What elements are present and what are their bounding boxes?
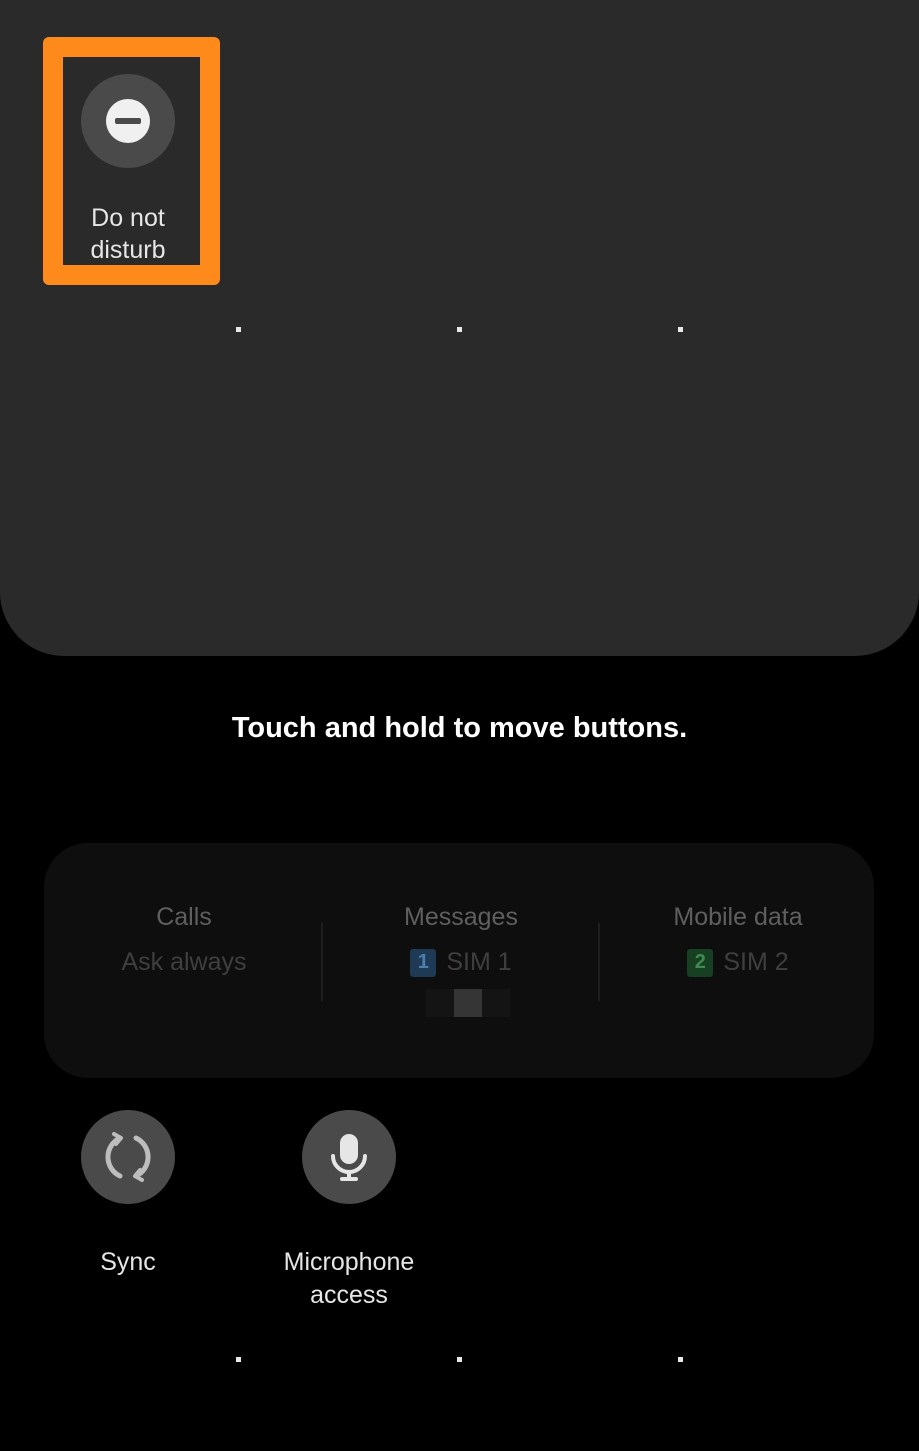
page-indicator-dot	[236, 1357, 241, 1362]
page-indicator-dot	[678, 1357, 683, 1362]
tile-label: Sync	[100, 1248, 156, 1276]
mobile-data-sim-setting: Mobile data 2 SIM 2	[600, 903, 876, 977]
redacted-block	[454, 989, 482, 1017]
redacted-block	[482, 989, 510, 1017]
move-buttons-hint: Touch and hold to move buttons.	[231, 712, 688, 744]
calls-value-text: Ask always	[121, 948, 247, 976]
quick-panel-editor: Do not disturb Touch and hold to move bu…	[0, 0, 919, 1451]
messages-sim-setting: Messages 1 SIM 1	[323, 903, 599, 977]
messages-title: Messages	[404, 903, 518, 931]
selection-highlight	[43, 37, 220, 285]
mobile-data-value: 2 SIM 2	[600, 948, 876, 977]
tile-microphone-access[interactable]: Microphone access	[259, 1110, 439, 1312]
redacted-block	[426, 989, 454, 1017]
tile-sync[interactable]: Sync	[38, 1110, 218, 1279]
microphone-icon	[331, 1134, 367, 1181]
sim-2-icon: 2	[687, 948, 714, 977]
messages-value-text: SIM 1	[446, 948, 512, 976]
page-indicator-dot	[457, 327, 462, 332]
sim-card-manager: Calls Ask always Messages 1 SIM 1 Mobile…	[44, 843, 874, 1078]
page-indicator-dot	[678, 327, 683, 332]
sync-button[interactable]	[81, 1110, 175, 1204]
active-buttons-panel: Do not disturb	[0, 0, 919, 656]
messages-value: 1 SIM 1	[323, 948, 599, 977]
calls-sim-setting: Calls Ask always	[46, 903, 322, 977]
mobile-data-title: Mobile data	[673, 903, 803, 931]
tile-label: Microphone access	[283, 1248, 415, 1309]
page-indicator-dot	[236, 327, 241, 332]
mobile-data-value-text: SIM 2	[723, 948, 789, 976]
microphone-access-button[interactable]	[302, 1110, 396, 1204]
calls-title: Calls	[156, 903, 212, 931]
calls-value: Ask always	[46, 948, 322, 977]
page-indicator-dot	[457, 1357, 462, 1362]
sim-1-icon: 1	[410, 948, 437, 977]
sync-icon	[105, 1132, 151, 1182]
